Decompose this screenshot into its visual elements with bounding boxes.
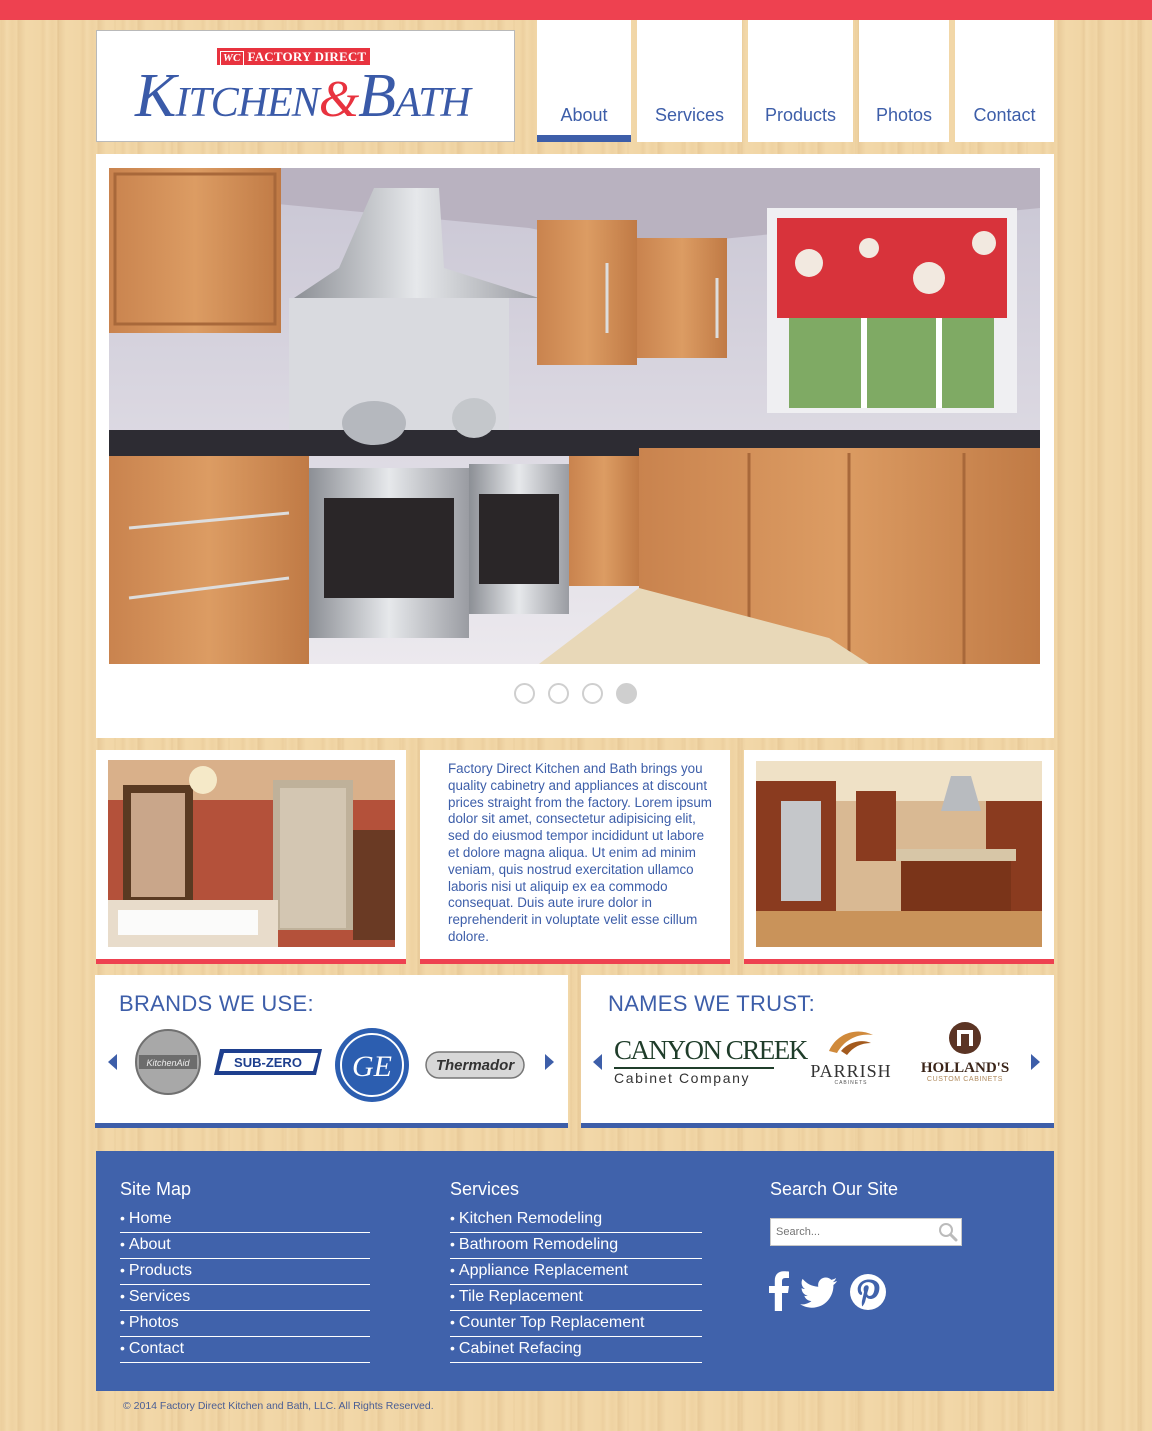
hollands-emblem — [949, 1022, 981, 1054]
copyright-text: © 2014 Factory Direct Kitchen and Bath, … — [123, 1400, 434, 1412]
nav-tab-about[interactable]: About — [537, 20, 631, 142]
sitemap-link-services[interactable]: Services — [129, 1288, 190, 1305]
sitemap-item-services[interactable]: • Services — [120, 1285, 370, 1311]
parrish-logo: PARRISH CABINETS — [807, 1027, 895, 1086]
slider-dot-4[interactable] — [615, 683, 637, 704]
names-prev-arrow[interactable] — [593, 1054, 602, 1070]
twitter-icon[interactable] — [800, 1277, 838, 1309]
names-panel: NAMES WE TRUST: CANYON CREEK Cabinet Com… — [581, 975, 1054, 1128]
nav-tab-photos[interactable]: Photos — [859, 20, 949, 142]
services-link-counter-top-replacement[interactable]: Counter Top Replacement — [459, 1314, 645, 1331]
sitemap-item-photos[interactable]: • Photos — [120, 1311, 370, 1337]
services-link-kitchen-remodeling[interactable]: Kitchen Remodeling — [459, 1210, 602, 1227]
sitemap-link-photos[interactable]: Photos — [129, 1314, 179, 1331]
slider-dots — [96, 683, 1054, 704]
services-link-bathroom-remodeling[interactable]: Bathroom Remodeling — [459, 1236, 618, 1253]
brands-title: BRANDS WE USE: — [119, 991, 314, 1016]
logo-wordmark: KITCHEN&BATH — [135, 62, 471, 130]
kitchenaid-logo: KitchenAid — [135, 1029, 201, 1095]
hero-slider — [96, 154, 1054, 738]
canyon-creek-logo: CANYON CREEK Cabinet Company — [614, 1035, 808, 1086]
feature-card-kitchen — [744, 750, 1054, 964]
search-input[interactable] — [771, 1219, 936, 1245]
services-list: • Kitchen Remodeling • Bathroom Remodeling… — [450, 1207, 702, 1363]
services-item[interactable]: • Tile Replacement — [450, 1285, 702, 1311]
thermador-logo: Thermador — [425, 1051, 525, 1079]
sitemap-item-home[interactable]: • Home — [120, 1207, 370, 1233]
search-box — [770, 1218, 962, 1246]
facebook-icon[interactable] — [768, 1271, 790, 1311]
sitemap-link-products[interactable]: Products — [129, 1262, 192, 1279]
sitemap-title: Site Map — [120, 1179, 192, 1199]
sitemap-item-about[interactable]: • About — [120, 1233, 370, 1259]
sitemap-item-products[interactable]: • Products — [120, 1259, 370, 1285]
slider-dot-3[interactable] — [581, 683, 603, 704]
kitchen-photo — [756, 761, 1042, 947]
parrish-name: PARRISH — [810, 1061, 892, 1081]
thermador-logo-text: Thermador — [436, 1057, 516, 1074]
feature-card-intro: Factory Direct Kitchen and Bath brings y… — [420, 750, 730, 964]
brands-next-arrow[interactable] — [545, 1054, 554, 1070]
sitemap-link-contact[interactable]: Contact — [129, 1340, 184, 1357]
parrish-emblem — [829, 1031, 873, 1055]
sitemap-link-home[interactable]: Home — [129, 1210, 172, 1227]
canyon-creek-name: CANYON CREEK — [614, 1035, 808, 1065]
nav-tab-products[interactable]: Products — [748, 20, 853, 142]
brands-prev-arrow[interactable] — [108, 1054, 117, 1070]
brands-panel: BRANDS WE USE: KitchenAid SUB-ZERO GE Th… — [95, 975, 568, 1128]
feature-card-bathroom — [96, 750, 406, 964]
intro-text: Factory Direct Kitchen and Bath brings y… — [448, 761, 712, 944]
slider-dot-1[interactable] — [513, 683, 535, 704]
ge-logo-text: GE — [352, 1050, 392, 1083]
services-link-tile-replacement[interactable]: Tile Replacement — [459, 1288, 583, 1305]
hollands-name: HOLLAND'S — [920, 1060, 1010, 1076]
names-title: NAMES WE TRUST: — [608, 991, 816, 1016]
services-link-appliance-replacement[interactable]: Appliance Replacement — [459, 1262, 628, 1279]
slider-dot-2[interactable] — [547, 683, 569, 704]
services-item[interactable]: • Counter Top Replacement — [450, 1311, 702, 1337]
subzero-logo-text: SUB-ZERO — [234, 1055, 302, 1070]
search-title: Search Our Site — [770, 1179, 899, 1199]
site-logo[interactable]: WC FACTORY DIRECT KITCHEN&BATH — [96, 30, 515, 142]
site-footer: Site Map • Home • About • Products • Service… — [96, 1151, 1054, 1391]
pinterest-icon[interactable] — [849, 1273, 887, 1311]
subzero-logo: SUB-ZERO — [214, 1049, 322, 1075]
nav-tab-contact[interactable]: Contact — [955, 20, 1054, 142]
nav-tab-services[interactable]: Services — [637, 20, 742, 142]
kitchenaid-logo-text: KitchenAid — [146, 1058, 190, 1068]
services-link-cabinet-refacing[interactable]: Cabinet Refacing — [459, 1340, 582, 1357]
services-item[interactable]: • Cabinet Refacing — [450, 1337, 702, 1363]
hollands-logo: HOLLAND'S CUSTOM CABINETS — [917, 1021, 1013, 1083]
ge-logo: GE — [335, 1028, 409, 1102]
bathroom-photo — [108, 760, 395, 947]
services-title: Services — [450, 1179, 520, 1199]
top-accent-bar — [0, 0, 1152, 20]
search-icon[interactable] — [938, 1222, 958, 1242]
services-item[interactable]: • Bathroom Remodeling — [450, 1233, 702, 1259]
services-item[interactable]: • Kitchen Remodeling — [450, 1207, 702, 1233]
names-next-arrow[interactable] — [1031, 1054, 1040, 1070]
canyon-creek-subtitle: Cabinet Company — [614, 1067, 774, 1086]
sitemap-link-about[interactable]: About — [129, 1236, 171, 1253]
hero-kitchen-image — [109, 168, 1040, 664]
hollands-subtitle: CUSTOM CABINETS — [926, 1076, 1004, 1083]
services-item[interactable]: • Appliance Replacement — [450, 1259, 702, 1285]
sitemap-list: • Home • About • Products • Services • Photos… — [120, 1207, 370, 1363]
sitemap-item-contact[interactable]: • Contact — [120, 1337, 370, 1363]
